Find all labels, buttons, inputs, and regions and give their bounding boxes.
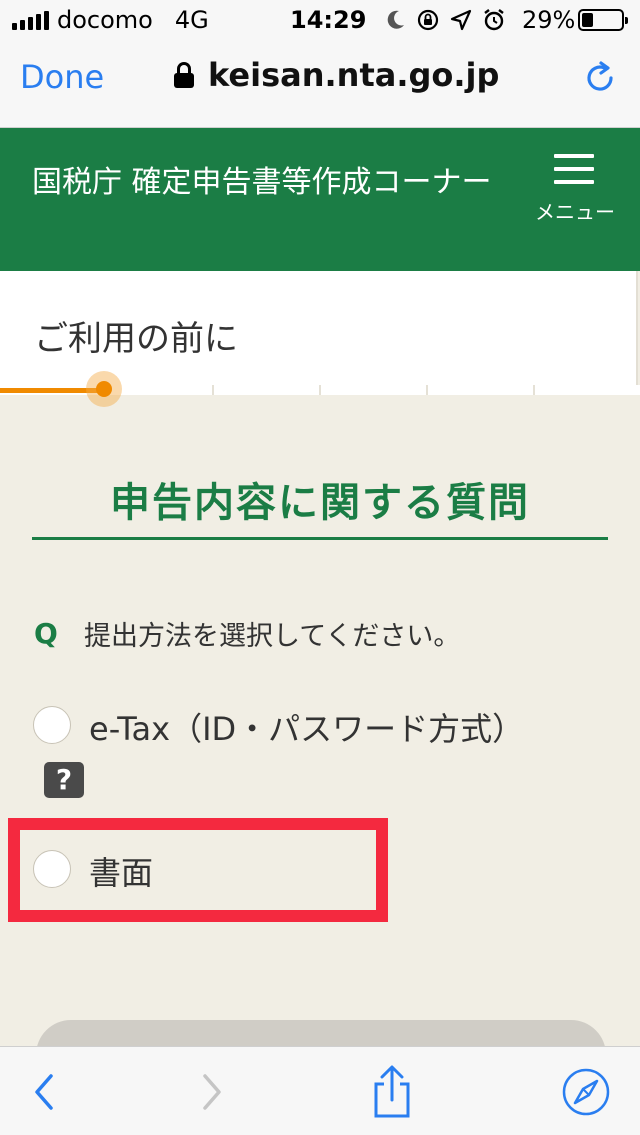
- question: Q 提出方法を選択してください。: [34, 614, 460, 653]
- forward-button[interactable]: [182, 1047, 242, 1135]
- menu-button[interactable]: メニュー: [530, 154, 620, 234]
- compass-icon: [562, 1068, 610, 1115]
- back-button[interactable]: [14, 1047, 74, 1135]
- highlight-box: [8, 818, 388, 922]
- battery-icon: [578, 9, 628, 31]
- alarm-icon: [484, 9, 504, 31]
- url-text: keisan.nta.go.jp: [208, 56, 500, 94]
- reload-icon[interactable]: [582, 60, 618, 96]
- battery-percentage: 29%: [522, 6, 576, 34]
- question-text: 提出方法を選択してください。: [84, 621, 461, 652]
- option-label-etax[interactable]: e-Tax（ID・パスワード方式）: [89, 704, 524, 750]
- moon-icon: [387, 10, 404, 29]
- site-header: 国税庁 確定申告書等作成コーナー メニュー: [0, 128, 640, 271]
- help-icon[interactable]: ?: [44, 762, 84, 798]
- section-title: 申告内容に関する質問: [110, 480, 530, 526]
- safari-button[interactable]: [554, 1047, 618, 1135]
- section-divider: [32, 537, 608, 540]
- back-icon: [35, 1073, 53, 1110]
- status-bar: docomo 4G 14:29 29%: [0, 0, 640, 40]
- address-bar[interactable]: keisan.nta.go.jp: [174, 56, 499, 94]
- lock-icon: [174, 62, 194, 88]
- location-icon: [450, 9, 472, 31]
- radio-etax[interactable]: [33, 706, 71, 744]
- network-label: 4G: [174, 6, 209, 34]
- browser-toolbar: [0, 1046, 640, 1135]
- clock: 14:29: [290, 6, 367, 34]
- share-button[interactable]: [362, 1047, 422, 1135]
- share-icon: [374, 1065, 410, 1117]
- status-icons: [386, 8, 506, 32]
- step-title: ご利用の前に: [34, 319, 238, 359]
- carrier-label: docomo: [57, 6, 153, 34]
- hamburger-icon: [554, 154, 594, 184]
- question-mark: Q: [34, 617, 58, 650]
- signal-icon: [12, 10, 49, 30]
- site-title[interactable]: 国税庁 確定申告書等作成コーナー: [32, 164, 502, 202]
- browser-nav-bar: Done keisan.nta.go.jp: [0, 40, 640, 128]
- rotation-lock-icon: [417, 9, 439, 31]
- menu-label: メニュー: [535, 200, 615, 224]
- forward-icon: [203, 1073, 221, 1110]
- progress-current-dot: [86, 371, 122, 407]
- done-button[interactable]: Done: [20, 58, 104, 96]
- step-card: ご利用の前に: [0, 271, 638, 385]
